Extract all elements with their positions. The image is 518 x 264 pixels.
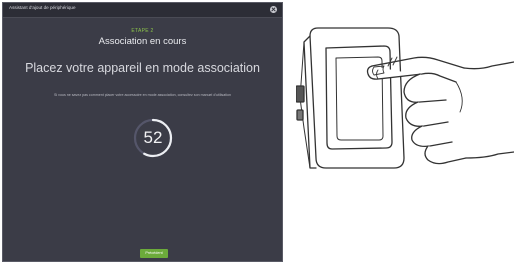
device-pairing-illustration [295, 8, 515, 188]
dialog-heading: Association en cours [98, 36, 187, 47]
close-icon[interactable] [270, 6, 277, 13]
step-label: ETAPE 2 [131, 28, 154, 34]
dialog-title: Assistant d'ajout de périphérique [9, 5, 76, 10]
instruction-message: Placez votre appareil en mode associatio… [25, 61, 260, 75]
previous-button[interactable]: Précédent [140, 249, 168, 258]
help-hint: Si vous ne savez pas comment placer votr… [53, 93, 232, 97]
countdown-value: 52 [143, 128, 163, 147]
pairing-dialog: Assistant d'ajout de périphérique ETAPE … [2, 2, 283, 262]
countdown-timer: 52 [132, 117, 174, 159]
dialog-titlebar: Assistant d'ajout de périphérique [3, 3, 282, 18]
